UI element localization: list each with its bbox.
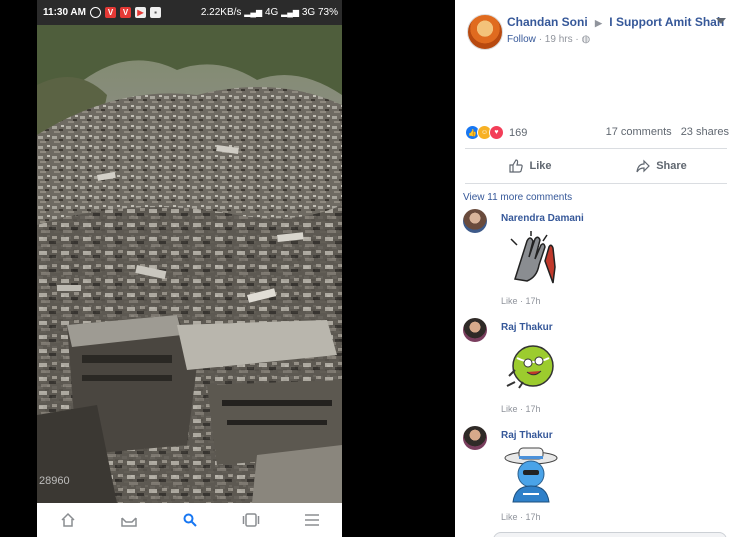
view-more-comments-link[interactable]: View 11 more comments: [463, 192, 572, 203]
thumbs-up-icon: [509, 159, 524, 173]
shares-count-link[interactable]: 23 shares: [681, 126, 729, 138]
post-author-line: Chandan Soni ▶ I Support Amit Shah: [507, 15, 724, 29]
group-name-link[interactable]: I Support Amit Shah: [609, 15, 724, 29]
chevron-down-icon[interactable]: [715, 16, 727, 26]
signal-icon: ▂▄▆: [244, 8, 263, 17]
tabs-icon: [242, 513, 259, 527]
globe-icon: ◍: [581, 34, 591, 45]
share-arrow-icon: [636, 159, 651, 173]
tennis-ball-sticker-icon: [506, 345, 554, 389]
author-name-link[interactable]: Chandan Soni: [507, 15, 588, 29]
reaction-count: 169: [509, 126, 528, 139]
post-counts: 17 comments 23 shares: [600, 126, 729, 138]
disaster-photo[interactable]: 28960: [37, 25, 342, 503]
author-avatar[interactable]: [467, 14, 503, 50]
post-header: Chandan Soni ▶ I Support Amit Shah Follo…: [455, 0, 739, 50]
cowboy-sticker-icon: [504, 447, 558, 503]
comment-footer: Like · 17h: [501, 296, 541, 306]
comment-footer: Like · 17h: [501, 404, 541, 414]
comment-like-link[interactable]: Like: [501, 512, 518, 522]
reactions-summary[interactable]: 👍 ☺ ♥ 169: [465, 125, 527, 140]
bottom-nav-bar: [37, 503, 342, 537]
comment-time[interactable]: 17h: [526, 404, 541, 414]
inbox-icon: [120, 517, 137, 527]
search-nav-button[interactable]: [178, 508, 202, 532]
commenter-name[interactable]: Narendra Damani: [501, 213, 584, 224]
share-button[interactable]: Share: [596, 149, 727, 183]
battery-level: 73%: [317, 7, 338, 18]
commenter-avatar[interactable]: [463, 318, 487, 342]
photo-watermark-code: 28960: [39, 475, 70, 487]
gallery-icon: ▪: [149, 7, 161, 18]
network-status: 2.22KB/s ▂▄▆ 4G ▂▄▆ 3G 73%: [201, 7, 338, 18]
comment-like-link[interactable]: Like: [501, 404, 518, 414]
inbox-nav-button[interactable]: [117, 508, 141, 532]
network-speed: 2.22KB/s: [200, 7, 242, 18]
post-time-link[interactable]: 19 hrs: [545, 34, 573, 45]
home-icon: [60, 512, 75, 527]
like-label: Like: [529, 160, 552, 172]
rubble-landscape-image: [37, 25, 342, 503]
like-button[interactable]: Like: [465, 149, 596, 183]
comment-footer: Like · 17h: [501, 512, 541, 522]
facebook-post-panel: Chandan Soni ▶ I Support Amit Shah Follo…: [455, 0, 739, 537]
comment-time[interactable]: 17h: [526, 296, 541, 306]
signal-icon-2: ▂▄▆: [281, 8, 300, 17]
high-five-sticker-icon: [510, 231, 556, 284]
follow-link[interactable]: Follow: [507, 34, 536, 45]
network-4g: 4G: [264, 7, 279, 18]
post-action-bar: Like Share: [465, 148, 727, 184]
comment-time[interactable]: 17h: [526, 512, 541, 522]
commenter-avatar[interactable]: [463, 426, 487, 450]
phone-screenshot: 11:30 AM V V ▶ ▪ 2.22KB/s ▂▄▆ 4G ▂▄▆ 3G …: [37, 0, 342, 537]
comment-input-field[interactable]: [493, 532, 727, 537]
home-nav-button[interactable]: [56, 508, 80, 532]
post-meta: Follow · 19 hrs · ◍: [507, 34, 590, 45]
triangle-right-icon: ▶: [595, 18, 602, 28]
app-v-icon: V: [104, 7, 116, 18]
comment-like-link[interactable]: Like: [501, 296, 518, 306]
tabs-nav-button[interactable]: [239, 508, 263, 532]
love-reaction-icon: ♥: [489, 125, 504, 140]
menu-icon: [304, 514, 319, 526]
status-bar: 11:30 AM V V ▶ ▪ 2.22KB/s ▂▄▆ 4G ▂▄▆ 3G …: [37, 0, 342, 25]
commenter-avatar[interactable]: [463, 209, 487, 233]
search-icon: [183, 513, 197, 527]
share-label: Share: [656, 160, 687, 172]
status-time: 11:30 AM: [43, 7, 86, 18]
commenter-name[interactable]: Raj Thakur: [501, 322, 553, 333]
youtube-icon: ▶: [134, 7, 146, 18]
network-3g: 3G: [301, 7, 316, 18]
whatsapp-icon: [89, 7, 101, 18]
app-v-icon-2: V: [119, 7, 131, 18]
commenter-name[interactable]: Raj Thakur: [501, 430, 553, 441]
comments-count-link[interactable]: 17 comments: [606, 126, 672, 138]
menu-nav-button[interactable]: [300, 508, 324, 532]
